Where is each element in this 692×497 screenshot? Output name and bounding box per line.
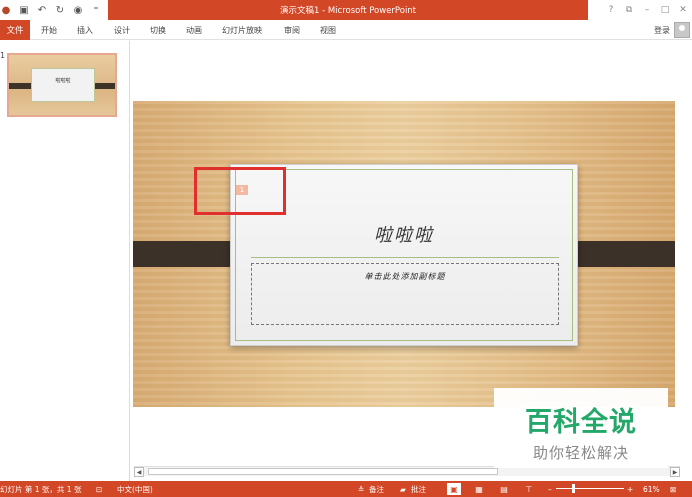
powerpoint-logo-icon[interactable]: ●: [0, 4, 12, 16]
tab-design[interactable]: 设计: [114, 20, 130, 40]
redo-icon[interactable]: ↻: [54, 4, 66, 16]
thumbnail-slide-number: 1: [0, 51, 6, 60]
thumbnail-title: 啦啦啦: [55, 78, 71, 84]
slide-title[interactable]: 啦啦啦: [231, 221, 577, 247]
slide-canvas[interactable]: 啦啦啦 单击此处添加副标题 1: [133, 101, 675, 407]
scrollbar-thumb[interactable]: [148, 468, 498, 475]
status-bar: 幻灯片 第 1 张，共 1 张 ⊡ 中文(中国) ≙ 备注 ▰ 批注 ▣ ▦ ▤…: [0, 481, 692, 497]
watermark-brand: 百科全说: [525, 407, 637, 438]
tab-home[interactable]: 开始: [41, 20, 57, 40]
zoom-level[interactable]: 61%: [643, 481, 660, 497]
save-icon[interactable]: ▣: [18, 4, 30, 16]
slide-thumbnail[interactable]: 啦啦啦: [7, 53, 117, 117]
slide-thumbnail-pane: 1 啦啦啦: [0, 41, 130, 481]
close-button[interactable]: ✕: [674, 0, 692, 20]
tab-transitions[interactable]: 切换: [150, 20, 166, 40]
spellcheck-icon[interactable]: ⊡: [96, 481, 102, 497]
slide-band-left: [133, 241, 243, 267]
language-status[interactable]: 中文(中国): [117, 481, 153, 497]
watermark: 百科全说 助你轻松解决: [494, 388, 668, 468]
watermark-tagline: 助你轻松解决: [532, 444, 629, 462]
subtitle-placeholder[interactable]: 单击此处添加副标题: [251, 263, 559, 325]
tab-slideshow[interactable]: 幻灯片放映: [222, 20, 262, 40]
window-title: 演示文稿1 - Microsoft PowerPoint: [108, 0, 588, 20]
slide-count-status: 幻灯片 第 1 张，共 1 张: [0, 484, 82, 494]
fit-to-window-icon[interactable]: ⊠: [670, 481, 676, 497]
tab-animations[interactable]: 动画: [186, 20, 202, 40]
tab-view[interactable]: 视图: [320, 20, 336, 40]
zoom-slider-handle[interactable]: [572, 484, 575, 493]
slide-band-right: [565, 241, 675, 267]
comments-button[interactable]: 批注: [411, 481, 426, 497]
thumbnail-card: 啦啦啦: [31, 68, 95, 102]
tab-review[interactable]: 审阅: [284, 20, 300, 40]
subtitle-placeholder-text: 单击此处添加副标题: [364, 272, 446, 281]
window-title-text: 演示文稿1 - Microsoft PowerPoint: [279, 6, 417, 16]
tab-file[interactable]: 文件: [0, 20, 30, 40]
user-avatar-icon[interactable]: [674, 22, 690, 38]
highlight-annotation-box: [194, 167, 286, 215]
normal-view-icon[interactable]: ▣: [447, 483, 461, 495]
maximize-button[interactable]: □: [656, 0, 674, 20]
notes-icon[interactable]: ≙: [358, 481, 364, 497]
customize-qat-icon[interactable]: ⁼: [90, 4, 102, 16]
help-button[interactable]: ?: [602, 0, 620, 20]
quick-access-toolbar: ● ▣ ↶ ↻ ◉ ⁼: [0, 0, 102, 20]
slideshow-view-icon[interactable]: ⊤: [522, 483, 536, 495]
zoom-in-icon[interactable]: +: [627, 481, 633, 497]
present-from-start-icon[interactable]: ◉: [72, 4, 84, 16]
tab-insert[interactable]: 插入: [77, 20, 93, 40]
slide-sorter-view-icon[interactable]: ▦: [472, 483, 486, 495]
comments-icon[interactable]: ▰: [400, 481, 406, 497]
ribbon-tab-bar: 文件 开始 插入 设计 切换 动画 幻灯片放映 审阅 视图 登录: [0, 20, 692, 40]
ribbon-display-button[interactable]: ⧉: [620, 0, 638, 20]
notes-button[interactable]: 备注: [369, 481, 384, 497]
title-bar: ● ▣ ↶ ↻ ◉ ⁼ 演示文稿1 - Microsoft PowerPoint…: [0, 0, 692, 20]
undo-icon[interactable]: ↶: [36, 4, 48, 16]
scroll-right-arrow-icon[interactable]: ▶: [670, 467, 680, 477]
window-controls: ? ⧉ – □ ✕: [602, 0, 692, 20]
reading-view-icon[interactable]: ▤: [497, 483, 511, 495]
minimize-button[interactable]: –: [638, 0, 656, 20]
title-divider: [251, 257, 559, 258]
sign-in-link[interactable]: 登录: [654, 20, 670, 40]
zoom-slider[interactable]: [556, 488, 624, 489]
scroll-left-arrow-icon[interactable]: ◀: [134, 467, 144, 477]
zoom-out-icon[interactable]: –: [548, 481, 552, 497]
